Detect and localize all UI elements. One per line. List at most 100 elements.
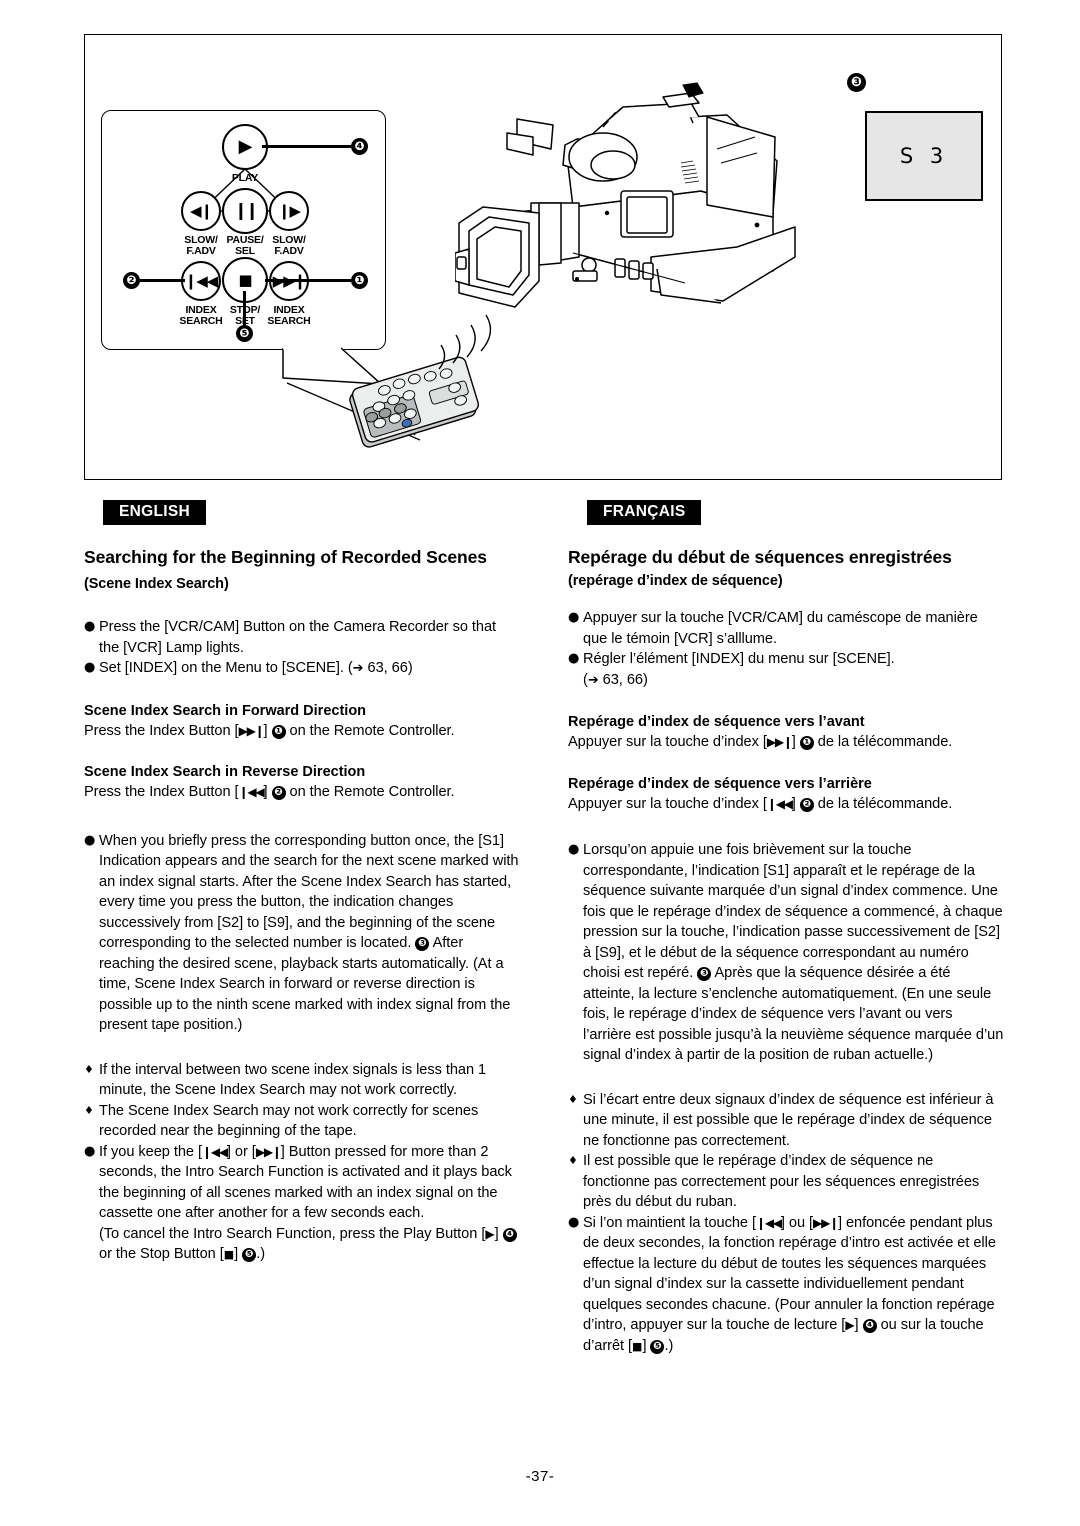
body-reverse-search-fr: Appuyer sur la touche d’index [❙◀◀] ❷ de… [568, 794, 1004, 815]
intro-search-e-fr: ] [854, 1317, 863, 1333]
intro-search-h-fr: .) [664, 1337, 674, 1354]
index-reverse-icon: ❙◀◀ [766, 796, 793, 811]
page-title-main-en: Searching for the Beginning of Recorded … [84, 547, 487, 567]
bullet-dot-icon: ● [84, 1143, 96, 1159]
note-bullet-list-en: ● When you briefly press the correspondi… [84, 831, 520, 1036]
intro-search-d-en: (To cancel the Intro Search Function, pr… [99, 1225, 486, 1242]
index-forward-icon: ▶▶❙ [238, 723, 265, 738]
bullet-diamond-icon: ♦ [84, 1062, 94, 1076]
bullet-dot-icon: ● [568, 842, 580, 857]
callout-number-5-inline: ❺ [650, 1339, 665, 1354]
index-reverse-icon: ❙◀◀ [184, 271, 219, 290]
fwd-pre-en: Press the Index Button [ [84, 722, 239, 739]
index-reverse-icon: ❙◀◀ [202, 1144, 228, 1159]
list-item: ● If you keep the [❙◀◀] or [▶▶❙] Button … [84, 1142, 520, 1266]
figure-frame: ▶ PLAY ◀❙ SLOW/ F.ADV ❙❙ PAUSE/ SEL ❙▶ S… [84, 34, 1002, 480]
intro-page-ref-en: 63, 66 [367, 660, 408, 676]
intro-search-a-fr: Si l’on maintient la touche [ [583, 1214, 756, 1231]
intro-search-f-en: or the Stop Button [ [99, 1246, 224, 1262]
note-main-a-fr: Lorsqu’on appuie une fois brièvement sur… [583, 842, 1003, 981]
intro-page-ref-fr: 63, 66 [602, 671, 643, 688]
caveat-bullet-list-en: ♦ If the interval between two scene inde… [84, 1060, 520, 1266]
note-main-a-en: When you briefly press the corresponding… [99, 832, 519, 952]
play-icon: ▶ [845, 1318, 855, 1332]
callout-number-1-inline: ❶ [271, 724, 286, 739]
page-title-english: Searching for the Beginning of Recorded … [84, 545, 520, 597]
page-title-sub-en: (Scene Index Search) [84, 576, 229, 592]
pause-icon: ❙❙ [233, 200, 259, 221]
list-item: ♦ The Scene Index Search may not work co… [84, 1101, 520, 1142]
caveat-1-fr: Si l’écart entre deux signaux d’index de… [583, 1091, 994, 1149]
list-item: ● Si l’on maintient la touche [❙◀◀] ou [… [568, 1213, 1004, 1358]
caveat-2-fr: Il est possible que le repérage d’index … [583, 1153, 980, 1210]
index-forward-icon: ▶▶❙ [766, 735, 793, 749]
camera-recorder-illustration [455, 82, 796, 308]
bullet-diamond-icon: ♦ [568, 1092, 578, 1106]
intro-search-g-en: ] [234, 1246, 243, 1262]
list-item: ● Régler l’élément [INDEX] du menu sur [… [568, 651, 895, 688]
leader-line-5 [243, 291, 246, 329]
body-reverse-search-en: Press the Index Button [❙◀◀] ❷ on the Re… [84, 782, 520, 803]
language-badge-english: ENGLISH [103, 500, 206, 525]
pause-sel-button[interactable]: ❙❙ [222, 188, 268, 234]
arrow-right-icon: ➔ [587, 672, 599, 688]
rev-post-fr: de la télécommande. [813, 795, 953, 812]
language-badge-francais: FRANÇAIS [587, 500, 702, 525]
bullet-dot-icon: ● [84, 660, 96, 675]
slow-reverse-button[interactable]: ◀❙ [181, 191, 221, 231]
callout-number-2-inline: ❷ [799, 797, 814, 812]
list-item: ● Lorsqu’on appuie une fois brièvement s… [568, 840, 1004, 1066]
heading-forward-search-fr: Repérage d’index de séquence vers l’avan… [568, 714, 865, 730]
callout-number-5-inline: ❺ [242, 1248, 257, 1262]
rev-post-en: on the Remote Controller. [285, 784, 455, 800]
french-column: FRANÇAIS Repérage du début de séquences … [568, 500, 1004, 1357]
list-item: ● Set [INDEX] on the Menu to [SCENE]. (➔… [84, 658, 520, 680]
callout-number-3-inline: ❸ [697, 967, 712, 981]
rev-mid-en: ] [263, 784, 272, 800]
bullet-dot-icon: ● [568, 610, 580, 625]
leader-line-4 [262, 145, 351, 148]
intro-search-h-en: .) [256, 1246, 266, 1262]
index-search-reverse-button[interactable]: ❙◀◀ [181, 261, 221, 301]
slow-forward-button[interactable]: ❙▶ [269, 191, 309, 231]
index-reverse-icon: ❙◀◀ [755, 1215, 782, 1230]
list-item: ● Press the [VCR/CAM] Button on the Came… [84, 617, 520, 658]
fwd-post-en: on the Remote Controller. [285, 722, 455, 739]
rev-mid-fr: ] [791, 795, 800, 812]
intro-bullet-list-fr: ● Appuyer sur la touche [VCR/CAM] du cam… [568, 608, 1004, 691]
index-search-forward-label: INDEX SEARCH [267, 304, 311, 327]
play-icon: ▶ [485, 1226, 495, 1241]
list-item: ♦ Si l’écart entre deux signaux d’index … [568, 1090, 1004, 1152]
leader-line-2 [140, 279, 185, 282]
intro-search-e-en: ] [494, 1225, 503, 1242]
callout-number-2-inline: ❷ [271, 786, 286, 800]
heading-reverse-search-en: Scene Index Search in Reverse Direction [84, 764, 366, 780]
intro-search-b-fr: ] ou [ [780, 1214, 814, 1231]
play-button-label: PLAY [231, 172, 259, 184]
bullet-dot-icon: ● [84, 619, 96, 634]
slow-reverse-icon: ◀❙ [189, 201, 213, 220]
stop-icon: ■ [632, 1339, 643, 1353]
slow-forward-icon: ❙▶ [277, 201, 301, 220]
caveat-bullet-list-fr: ♦ Si l’écart entre deux signaux d’index … [568, 1090, 1004, 1358]
intro-search-g-fr: ] [642, 1337, 651, 1354]
leader-line-1 [265, 279, 351, 282]
index-reverse-icon: ❙◀◀ [238, 785, 265, 799]
callout-number-5: ❺ [236, 325, 253, 342]
list-item: ● Appuyer sur la touche [VCR/CAM] du cam… [568, 608, 1004, 649]
note-bullet-list-fr: ● Lorsqu’on appuie une fois brièvement s… [568, 840, 1004, 1066]
intro-search-a-en: If you keep the [ [99, 1143, 202, 1160]
rev-pre-en: Press the Index Button [ [84, 784, 239, 800]
callout-number-4-inline: ❹ [502, 1227, 517, 1242]
list-item: ♦ If the interval between two scene inde… [84, 1060, 520, 1101]
index-forward-icon: ▶▶❙ [255, 1144, 282, 1159]
slow-forward-button-label: SLOW/ F.ADV [272, 234, 306, 257]
lcd-indication-text: S 3 [899, 144, 949, 168]
intro-search-c-fr: ] enfoncée pendant plus de deux secondes… [583, 1214, 996, 1334]
lcd-callout-number-3: ❸ [847, 73, 866, 92]
stop-icon: ■ [238, 270, 252, 289]
callout-number-2: ❷ [123, 272, 140, 289]
callout-number-4-inline: ❹ [862, 1319, 877, 1333]
list-item: ● When you briefly press the correspondi… [84, 831, 520, 1036]
caveat-2-en: The Scene Index Search may not work corr… [99, 1102, 479, 1140]
